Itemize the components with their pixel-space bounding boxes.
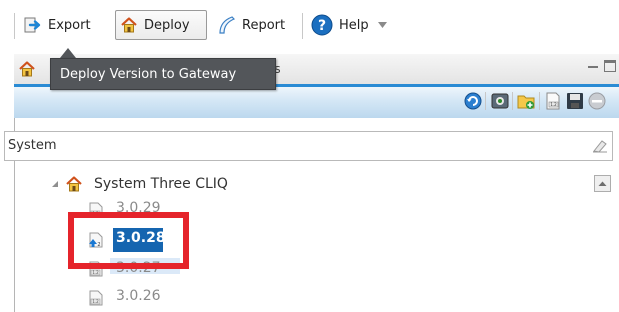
help-label: Help xyxy=(339,17,369,33)
house-icon xyxy=(19,61,35,77)
export-icon xyxy=(24,17,41,33)
collapse-arrow-icon[interactable] xyxy=(51,180,59,188)
svg-text:1.2: 1.2 xyxy=(550,102,557,107)
tooltip-text: Deploy Version to Gateway xyxy=(60,66,237,82)
search-input[interactable] xyxy=(4,131,613,161)
minimize-icon[interactable] xyxy=(588,62,598,72)
help-icon: ? xyxy=(311,14,333,36)
report-button[interactable]: Report xyxy=(212,10,289,40)
version-document-icon[interactable]: 1.2 xyxy=(544,92,562,110)
chevron-down-icon[interactable] xyxy=(377,22,387,28)
deploy-tooltip: Deploy Version to Gateway xyxy=(50,58,276,90)
tree-node-version[interactable]: 3.0.26 xyxy=(116,288,161,304)
tree-node-system[interactable]: System Three CLIQ xyxy=(94,176,228,192)
chevron-up-icon xyxy=(598,181,607,186)
export-label: Export xyxy=(48,17,91,33)
report-icon xyxy=(219,16,236,34)
clear-search-icon[interactable] xyxy=(592,139,608,153)
tooltip-arrow xyxy=(60,48,76,58)
deploy-button[interactable]: Deploy xyxy=(115,10,207,40)
house-icon xyxy=(66,176,82,192)
search-value: System xyxy=(8,138,57,153)
svg-text:?: ? xyxy=(318,18,326,34)
help-button[interactable]: ? Help xyxy=(307,10,391,40)
toolbar-separator xyxy=(14,13,15,39)
callout-highlight-box xyxy=(68,212,189,269)
panel-toolbar-separator xyxy=(485,92,486,110)
report-label: Report xyxy=(242,17,286,33)
version-icon: 1.2 xyxy=(89,290,103,306)
new-folder-icon[interactable] xyxy=(517,92,535,110)
svg-text:1.2: 1.2 xyxy=(92,299,99,304)
panel-toolbar-separator xyxy=(512,92,513,110)
maximize-icon[interactable] xyxy=(604,60,616,72)
scrollbar-up-button[interactable] xyxy=(594,175,611,192)
svg-text:1.2: 1.2 xyxy=(92,270,99,275)
refresh-icon[interactable] xyxy=(464,92,482,110)
toolbar-separator xyxy=(302,13,303,39)
house-icon xyxy=(121,17,137,33)
panel-toolbar-separator xyxy=(539,92,540,110)
remove-icon[interactable] xyxy=(588,92,606,110)
save-icon[interactable] xyxy=(566,92,584,110)
filter-icon[interactable] xyxy=(491,92,509,110)
deploy-label: Deploy xyxy=(144,17,190,33)
main-toolbar: Export Deploy Report ? Help xyxy=(0,0,619,52)
export-button[interactable]: Export xyxy=(20,10,95,40)
